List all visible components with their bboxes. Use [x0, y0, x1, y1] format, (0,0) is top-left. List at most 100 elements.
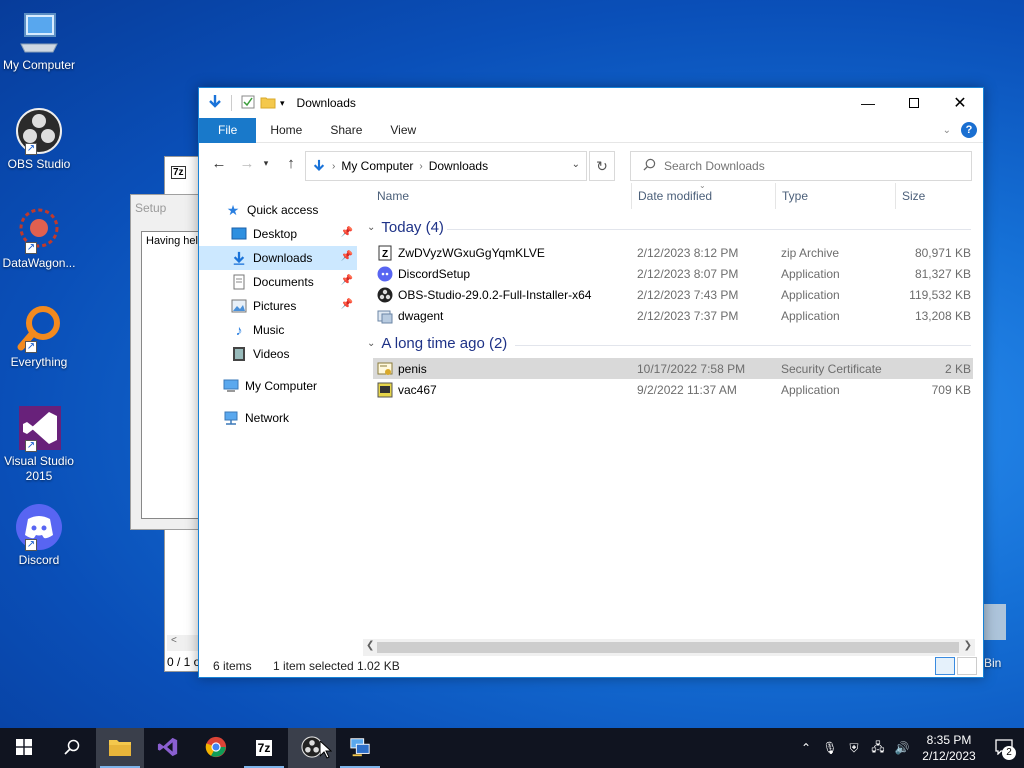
file-type: zip Archive	[781, 245, 840, 260]
maximize-button[interactable]	[891, 88, 937, 118]
breadcrumb-downloads[interactable]: Downloads	[429, 159, 488, 173]
column-name[interactable]: Name	[377, 189, 409, 203]
close-button[interactable]: ✕	[937, 88, 983, 118]
notification-count-badge: 2	[1002, 746, 1016, 760]
ribbon-right: ⌄ ?	[943, 122, 977, 138]
desktop-icon-everything[interactable]: ↗ Everything	[0, 305, 78, 370]
desktop-icon-my-computer[interactable]: My Computer	[0, 8, 78, 73]
details-view-icon[interactable]	[935, 657, 955, 675]
nav-pictures[interactable]: Pictures 📌	[199, 294, 357, 318]
nav-network[interactable]: Network	[199, 406, 357, 430]
scroll-right-icon[interactable]: ❯	[964, 640, 972, 651]
volume-icon[interactable]: 🔊	[890, 728, 914, 768]
setup-text: Having help	[146, 235, 199, 247]
taskbar-visual-studio[interactable]	[144, 728, 192, 768]
minimize-button[interactable]: —	[845, 88, 891, 118]
setup-window[interactable]: Setup Having help	[130, 194, 200, 530]
desktop-icon-label: Visual Studio 2015	[4, 454, 74, 483]
file-row[interactable]: DiscordSetup 2/12/2023 8:07 PM Applicati…	[373, 263, 973, 284]
desktop-icon-obs-studio[interactable]: ↗ OBS Studio	[0, 107, 78, 172]
taskbar-file-explorer[interactable]	[96, 728, 144, 768]
large-icons-view-icon[interactable]	[957, 657, 977, 675]
network-icon[interactable]: 🖧	[866, 728, 890, 768]
recent-locations-button[interactable]: ▾	[259, 151, 273, 175]
file-row[interactable]: Z ZwDVyzWGxuGgYqmKLVE 2/12/2023 8:12 PM …	[373, 242, 973, 263]
breadcrumb-my-computer[interactable]: My Computer	[341, 159, 413, 173]
customize-dropdown-icon[interactable]: ▾	[280, 98, 285, 109]
nav-music[interactable]: ♪ Music	[199, 318, 357, 342]
taskbar-dwagent[interactable]	[336, 728, 384, 768]
microphone-icon[interactable]: 🎙	[818, 728, 842, 768]
file-row[interactable]: OBS-Studio-29.0.2-Full-Installer-x64 2/1…	[373, 284, 973, 305]
column-headers: Name Date modified Type Size ⌄	[363, 181, 975, 209]
download-arrow-icon[interactable]	[207, 94, 223, 113]
properties-icon[interactable]	[240, 94, 256, 113]
quick-access-toolbar: ▾	[207, 94, 285, 113]
nav-desktop[interactable]: Desktop 📌	[199, 222, 357, 246]
nav-videos[interactable]: Videos	[199, 342, 357, 366]
file-size: 709 KB	[931, 382, 971, 397]
nav-documents[interactable]: Documents 📌	[199, 270, 357, 294]
column-size[interactable]: Size	[902, 189, 925, 203]
system-tray: ⌃ 🎙 ⛨ 🖧 🔊 8:35 PM 2/12/2023 2	[794, 728, 1024, 768]
search-box[interactable]	[630, 151, 972, 181]
pin-icon[interactable]: 📌	[341, 275, 353, 286]
tab-file[interactable]: File	[199, 117, 257, 143]
expand-ribbon-icon[interactable]: ⌄	[943, 125, 951, 136]
explorer-window[interactable]: ▾ Downloads — ✕ File Home Share View ⌄ ?…	[198, 87, 984, 678]
tab-home[interactable]: Home	[256, 118, 316, 143]
search-input[interactable]	[664, 159, 944, 173]
shortcut-arrow-icon: ↗	[25, 143, 37, 155]
nav-downloads[interactable]: Downloads 📌	[199, 246, 357, 270]
tab-view[interactable]: View	[376, 118, 430, 143]
show-hidden-icons-button[interactable]: ⌃	[794, 728, 818, 768]
file-date: 10/17/2022 7:58 PM	[637, 361, 746, 376]
taskbar-chrome[interactable]	[192, 728, 240, 768]
back-button[interactable]: ←	[207, 151, 231, 175]
file-row[interactable]: penis 10/17/2022 7:58 PM Security Certif…	[373, 358, 973, 379]
nav-quick-access[interactable]: ★ Quick access	[199, 198, 357, 222]
refresh-button[interactable]: ↻	[589, 151, 615, 181]
window-title: Downloads	[296, 96, 356, 110]
nav-label: Music	[253, 323, 285, 337]
nav-my-computer[interactable]: My Computer	[199, 374, 357, 398]
taskbar-7zip[interactable]: 7z	[240, 728, 288, 768]
group-header-today[interactable]: ⌄ Today (4)	[363, 219, 444, 236]
clock[interactable]: 8:35 PM 2/12/2023	[914, 732, 984, 764]
sevenzip-status: 0 / 1 o	[167, 655, 201, 669]
new-folder-icon[interactable]	[260, 94, 276, 113]
desktop-icon-discord[interactable]: ↗ Discord	[0, 503, 78, 568]
desktop-icon-datawagon[interactable]: ↗ DataWagon...	[0, 206, 78, 271]
sevenzip-icon: 7z	[171, 165, 186, 179]
scroll-left-icon[interactable]: ❮	[366, 640, 374, 651]
file-row[interactable]: vac467 9/2/2022 11:37 AM Application 709…	[373, 379, 973, 400]
pin-icon[interactable]: 📌	[341, 299, 353, 310]
address-bar[interactable]: › My Computer › Downloads ⌄	[305, 151, 587, 181]
horizontal-scrollbar[interactable]: ❮ ❯	[363, 639, 975, 656]
help-icon[interactable]: ?	[961, 122, 977, 138]
start-button[interactable]	[0, 728, 48, 768]
file-type: Application	[781, 382, 840, 397]
search-icon	[64, 739, 80, 758]
desktop-icon-visual-studio[interactable]: ↗ Visual Studio 2015	[0, 404, 78, 484]
desktop-icon-recycle-bin[interactable]: Bin	[984, 604, 1024, 670]
computer-icon	[223, 378, 239, 394]
pin-icon[interactable]: 📌	[341, 251, 353, 262]
file-row[interactable]: dwagent 2/12/2023 7:37 PM Application 13…	[373, 305, 973, 326]
forward-button[interactable]: →	[235, 151, 259, 175]
explorer-titlebar[interactable]: ▾ Downloads — ✕	[199, 88, 983, 118]
pin-icon[interactable]: 📌	[341, 227, 353, 238]
group-divider	[515, 345, 971, 346]
column-date-modified[interactable]: Date modified	[638, 189, 712, 203]
search-button[interactable]	[48, 728, 96, 768]
scrollbar-thumb[interactable]	[377, 642, 959, 653]
file-name-cell: OBS-Studio-29.0.2-Full-Installer-x64	[377, 287, 591, 303]
certificate-icon	[377, 361, 393, 377]
tab-share[interactable]: Share	[316, 118, 376, 143]
security-icon[interactable]: ⛨	[842, 728, 866, 768]
group-header-long-ago[interactable]: ⌄ A long time ago (2)	[363, 335, 507, 352]
up-button[interactable]: ↑	[279, 151, 303, 175]
address-dropdown-icon[interactable]: ⌄	[572, 159, 580, 170]
action-center-button[interactable]: 2	[984, 728, 1024, 768]
column-type[interactable]: Type	[782, 189, 808, 203]
